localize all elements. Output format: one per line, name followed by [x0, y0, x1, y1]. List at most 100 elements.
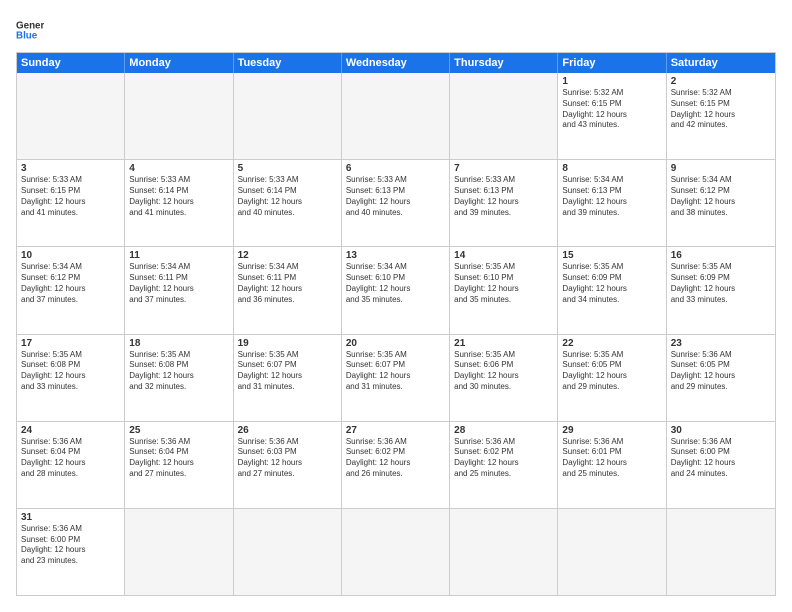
day-info: Sunrise: 5:36 AM Sunset: 6:00 PM Dayligh… — [21, 524, 120, 567]
day-number: 7 — [454, 163, 553, 174]
day-number: 5 — [238, 163, 337, 174]
day-number: 2 — [671, 76, 771, 87]
calendar-cell: 18Sunrise: 5:35 AM Sunset: 6:08 PM Dayli… — [125, 335, 233, 421]
calendar-cell: 6Sunrise: 5:33 AM Sunset: 6:13 PM Daylig… — [342, 160, 450, 246]
header-cell-thursday: Thursday — [450, 53, 558, 73]
calendar-cell: 7Sunrise: 5:33 AM Sunset: 6:13 PM Daylig… — [450, 160, 558, 246]
calendar: SundayMondayTuesdayWednesdayThursdayFrid… — [16, 52, 776, 596]
calendar-cell: 16Sunrise: 5:35 AM Sunset: 6:09 PM Dayli… — [667, 247, 775, 333]
calendar-cell: 21Sunrise: 5:35 AM Sunset: 6:06 PM Dayli… — [450, 335, 558, 421]
calendar-cell: 14Sunrise: 5:35 AM Sunset: 6:10 PM Dayli… — [450, 247, 558, 333]
day-info: Sunrise: 5:35 AM Sunset: 6:08 PM Dayligh… — [129, 350, 228, 393]
day-info: Sunrise: 5:36 AM Sunset: 6:05 PM Dayligh… — [671, 350, 771, 393]
day-info: Sunrise: 5:35 AM Sunset: 6:07 PM Dayligh… — [346, 350, 445, 393]
calendar-cell: 3Sunrise: 5:33 AM Sunset: 6:15 PM Daylig… — [17, 160, 125, 246]
calendar-cell: 25Sunrise: 5:36 AM Sunset: 6:04 PM Dayli… — [125, 422, 233, 508]
calendar-cell — [450, 509, 558, 595]
calendar-cell — [667, 509, 775, 595]
calendar-cell: 26Sunrise: 5:36 AM Sunset: 6:03 PM Dayli… — [234, 422, 342, 508]
day-number: 16 — [671, 250, 771, 261]
day-number: 24 — [21, 425, 120, 436]
day-info: Sunrise: 5:34 AM Sunset: 6:11 PM Dayligh… — [129, 262, 228, 305]
day-info: Sunrise: 5:36 AM Sunset: 6:04 PM Dayligh… — [21, 437, 120, 480]
calendar-cell: 20Sunrise: 5:35 AM Sunset: 6:07 PM Dayli… — [342, 335, 450, 421]
calendar-cell: 11Sunrise: 5:34 AM Sunset: 6:11 PM Dayli… — [125, 247, 233, 333]
day-info: Sunrise: 5:35 AM Sunset: 6:05 PM Dayligh… — [562, 350, 661, 393]
calendar-cell: 13Sunrise: 5:34 AM Sunset: 6:10 PM Dayli… — [342, 247, 450, 333]
calendar-cell: 2Sunrise: 5:32 AM Sunset: 6:15 PM Daylig… — [667, 73, 775, 159]
header-cell-wednesday: Wednesday — [342, 53, 450, 73]
day-info: Sunrise: 5:35 AM Sunset: 6:09 PM Dayligh… — [562, 262, 661, 305]
day-number: 30 — [671, 425, 771, 436]
day-number: 11 — [129, 250, 228, 261]
day-info: Sunrise: 5:33 AM Sunset: 6:14 PM Dayligh… — [129, 175, 228, 218]
calendar-cell — [342, 73, 450, 159]
day-number: 31 — [21, 512, 120, 523]
day-info: Sunrise: 5:33 AM Sunset: 6:13 PM Dayligh… — [454, 175, 553, 218]
day-number: 27 — [346, 425, 445, 436]
day-info: Sunrise: 5:33 AM Sunset: 6:15 PM Dayligh… — [21, 175, 120, 218]
day-info: Sunrise: 5:36 AM Sunset: 6:02 PM Dayligh… — [454, 437, 553, 480]
day-info: Sunrise: 5:36 AM Sunset: 6:03 PM Dayligh… — [238, 437, 337, 480]
day-number: 25 — [129, 425, 228, 436]
day-info: Sunrise: 5:36 AM Sunset: 6:00 PM Dayligh… — [671, 437, 771, 480]
calendar-cell — [450, 73, 558, 159]
logo: General Blue — [16, 16, 44, 44]
calendar-cell: 5Sunrise: 5:33 AM Sunset: 6:14 PM Daylig… — [234, 160, 342, 246]
day-number: 8 — [562, 163, 661, 174]
day-info: Sunrise: 5:34 AM Sunset: 6:11 PM Dayligh… — [238, 262, 337, 305]
header: General Blue — [16, 16, 776, 44]
day-info: Sunrise: 5:32 AM Sunset: 6:15 PM Dayligh… — [671, 88, 771, 131]
page: General Blue SundayMondayTuesdayWednesda… — [0, 0, 792, 612]
day-info: Sunrise: 5:33 AM Sunset: 6:13 PM Dayligh… — [346, 175, 445, 218]
day-number: 14 — [454, 250, 553, 261]
calendar-cell — [234, 509, 342, 595]
day-number: 9 — [671, 163, 771, 174]
calendar-cell: 17Sunrise: 5:35 AM Sunset: 6:08 PM Dayli… — [17, 335, 125, 421]
calendar-body: 1Sunrise: 5:32 AM Sunset: 6:15 PM Daylig… — [17, 73, 775, 595]
day-number: 4 — [129, 163, 228, 174]
day-number: 19 — [238, 338, 337, 349]
day-number: 23 — [671, 338, 771, 349]
calendar-cell: 9Sunrise: 5:34 AM Sunset: 6:12 PM Daylig… — [667, 160, 775, 246]
day-number: 22 — [562, 338, 661, 349]
svg-text:Blue: Blue — [16, 30, 38, 41]
calendar-cell: 24Sunrise: 5:36 AM Sunset: 6:04 PM Dayli… — [17, 422, 125, 508]
calendar-header: SundayMondayTuesdayWednesdayThursdayFrid… — [17, 53, 775, 73]
day-number: 17 — [21, 338, 120, 349]
calendar-cell — [17, 73, 125, 159]
day-number: 6 — [346, 163, 445, 174]
calendar-week-3: 17 Sunrise: 5:35 AM Sunset: 6:08 PM Dayli… — [17, 335, 775, 422]
header-cell-tuesday: Tuesday — [234, 53, 342, 73]
calendar-cell: 8Sunrise: 5:34 AM Sunset: 6:13 PM Daylig… — [558, 160, 666, 246]
day-number: 10 — [21, 250, 120, 261]
generalblue-icon: General Blue — [16, 16, 44, 44]
header-cell-saturday: Saturday — [667, 53, 775, 73]
day-number: 12 — [238, 250, 337, 261]
calendar-week-5: 31Sunrise: 5:36 AM Sunset: 6:00 PM Dayli… — [17, 509, 775, 595]
calendar-cell: 1Sunrise: 5:32 AM Sunset: 6:15 PM Daylig… — [558, 73, 666, 159]
day-number: 13 — [346, 250, 445, 261]
calendar-cell — [125, 509, 233, 595]
day-info: Sunrise: 5:36 AM Sunset: 6:01 PM Dayligh… — [562, 437, 661, 480]
day-number: 26 — [238, 425, 337, 436]
calendar-week-2: 10Sunrise: 5:34 AM Sunset: 6:12 PM Dayli… — [17, 247, 775, 334]
calendar-cell: 4Sunrise: 5:33 AM Sunset: 6:14 PM Daylig… — [125, 160, 233, 246]
day-info: Sunrise: 5:36 AM Sunset: 6:02 PM Dayligh… — [346, 437, 445, 480]
calendar-cell: 10Sunrise: 5:34 AM Sunset: 6:12 PM Dayli… — [17, 247, 125, 333]
calendar-week-4: 24Sunrise: 5:36 AM Sunset: 6:04 PM Dayli… — [17, 422, 775, 509]
day-info: Sunrise: 5:34 AM Sunset: 6:10 PM Dayligh… — [346, 262, 445, 305]
calendar-cell — [558, 509, 666, 595]
calendar-cell: 29Sunrise: 5:36 AM Sunset: 6:01 PM Dayli… — [558, 422, 666, 508]
day-info: Sunrise: 5:36 AM Sunset: 6:04 PM Dayligh… — [129, 437, 228, 480]
day-info: Sunrise: 5:34 AM Sunset: 6:12 PM Dayligh… — [21, 262, 120, 305]
day-info: Sunrise: 5:35 AM Sunset: 6:06 PM Dayligh… — [454, 350, 553, 393]
calendar-week-1: 3Sunrise: 5:33 AM Sunset: 6:15 PM Daylig… — [17, 160, 775, 247]
calendar-cell — [342, 509, 450, 595]
day-info: Sunrise: 5:32 AM Sunset: 6:15 PM Dayligh… — [562, 88, 661, 131]
calendar-cell: 31Sunrise: 5:36 AM Sunset: 6:00 PM Dayli… — [17, 509, 125, 595]
day-info: Sunrise: 5:35 AM Sunset: 6:10 PM Dayligh… — [454, 262, 553, 305]
calendar-cell: 12Sunrise: 5:34 AM Sunset: 6:11 PM Dayli… — [234, 247, 342, 333]
day-info: Sunrise: 5:33 AM Sunset: 6:14 PM Dayligh… — [238, 175, 337, 218]
day-info: Sunrise: 5:34 AM Sunset: 6:12 PM Dayligh… — [671, 175, 771, 218]
